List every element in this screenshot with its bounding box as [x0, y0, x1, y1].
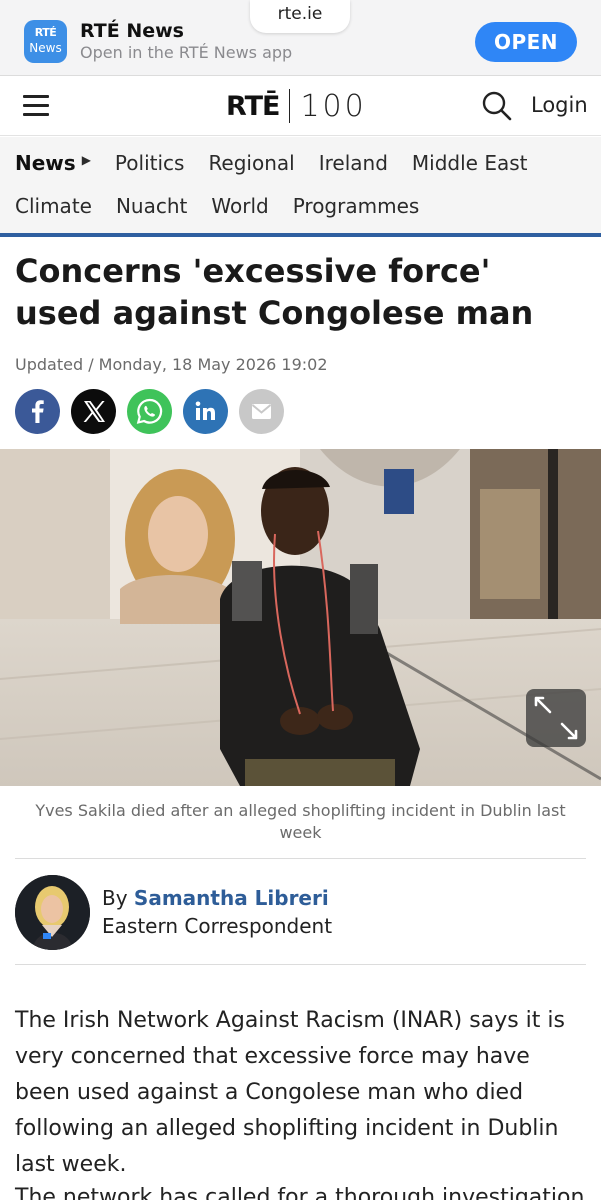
nav-item-world[interactable]: World — [211, 194, 268, 218]
rte-news-app-icon: RTÉ News — [24, 20, 67, 63]
photo-illustration — [0, 449, 601, 786]
logo-divider — [289, 89, 291, 123]
nav-item-middle-east[interactable]: Middle East — [412, 151, 528, 175]
x-icon[interactable] — [71, 389, 116, 434]
app-icon-line2: News — [29, 41, 62, 55]
app-banner: rte.ie RTÉ News RTÉ News Open in the RTÉ… — [0, 0, 601, 76]
caret-right-icon: ▶ — [81, 153, 91, 167]
divider — [15, 858, 586, 859]
menu-icon[interactable] — [23, 95, 49, 117]
by-label: By — [102, 886, 128, 910]
site-logo[interactable]: RTĒ 100 — [226, 86, 367, 126]
app-banner-subtitle: Open in the RTÉ News app — [80, 43, 293, 62]
email-icon[interactable] — [239, 389, 284, 434]
nav-row-1: News ▶ Politics Regional Ireland Middle E… — [15, 151, 551, 175]
nav-row-2: Climate Nuacht World Programmes — [15, 194, 443, 218]
expand-image-icon[interactable] — [526, 689, 586, 747]
facebook-icon[interactable] — [15, 389, 60, 434]
nav-item-news[interactable]: News — [15, 151, 76, 175]
whatsapp-icon[interactable] — [127, 389, 172, 434]
nav-item-nuacht[interactable]: Nuacht — [116, 194, 187, 218]
author-byline: By Samantha Libreri — [102, 886, 329, 910]
author-name-link[interactable]: Samantha Libreri — [134, 886, 329, 910]
site-header: RTĒ 100 Login — [0, 76, 601, 136]
article-headline: Concerns 'excessive force' used against … — [15, 252, 534, 332]
author-role: Eastern Correspondent — [102, 914, 333, 938]
logo-brand: RTĒ — [226, 90, 280, 122]
login-link[interactable]: Login — [531, 93, 588, 117]
article-paragraph: The network has called for a thorough in… — [15, 1185, 585, 1200]
nav-item-politics[interactable]: Politics — [115, 151, 185, 175]
section-nav: News ▶ Politics Regional Ireland Middle E… — [0, 137, 601, 237]
app-banner-title: RTÉ News — [80, 20, 184, 42]
nav-item-ireland[interactable]: Ireland — [319, 151, 388, 175]
linkedin-icon[interactable] — [183, 389, 228, 434]
author-avatar[interactable] — [15, 875, 90, 950]
divider — [15, 964, 586, 965]
open-app-button[interactable]: OPEN — [475, 22, 577, 62]
share-bar — [15, 389, 295, 434]
search-icon[interactable] — [481, 90, 513, 122]
nav-item-regional[interactable]: Regional — [208, 151, 294, 175]
nav-item-programmes[interactable]: Programmes — [293, 194, 420, 218]
logo-number: 100 — [300, 88, 367, 124]
image-caption: Yves Sakila died after an alleged shopli… — [35, 801, 566, 842]
app-icon-line1: RTÉ — [34, 26, 57, 39]
article-dateline: Updated / Monday, 18 May 2026 19:02 — [15, 355, 328, 374]
url-bar[interactable]: rte.ie — [250, 0, 350, 33]
article-image[interactable] — [0, 449, 601, 786]
nav-item-climate[interactable]: Climate — [15, 194, 92, 218]
article-paragraph: The Irish Network Against Racism (INAR) … — [15, 1008, 565, 1177]
